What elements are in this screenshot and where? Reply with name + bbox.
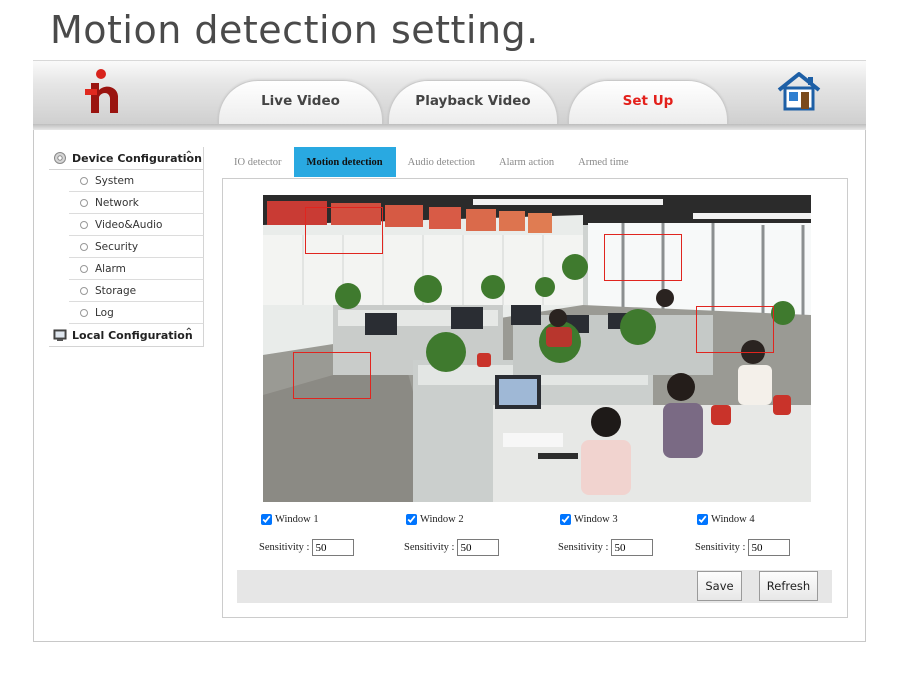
subtab-armed-time[interactable]: Armed time xyxy=(566,147,640,177)
sidebar-group-local-configuration[interactable]: Local Configuration ⌃ xyxy=(49,324,204,347)
window-3-sensitivity-input[interactable] xyxy=(611,539,654,556)
sidebar-group-device-configuration[interactable]: Device Configuration ⌃ xyxy=(49,147,204,170)
sidebar-item-security[interactable]: Security xyxy=(69,236,204,258)
bullet-icon xyxy=(80,308,88,317)
sensitivity-label: Sensitivity : xyxy=(558,542,609,553)
subtab-io-detector[interactable]: IO detector xyxy=(222,147,294,177)
bullet-icon xyxy=(80,264,88,273)
sidebar-item-alarm[interactable]: Alarm xyxy=(69,258,204,280)
sidebar-item-label: Security xyxy=(95,240,139,253)
window-4-option: Window 4 xyxy=(697,514,755,525)
detection-window-2[interactable] xyxy=(604,234,682,281)
sensitivity-label: Sensitivity : xyxy=(259,542,310,553)
page-title: Motion detection setting. xyxy=(50,8,539,52)
save-button[interactable]: Save xyxy=(697,571,742,601)
window-1-sensitivity: Sensitivity : xyxy=(259,539,355,556)
window-1-label: Window 1 xyxy=(275,514,319,525)
sidebar-item-label: System xyxy=(95,174,135,187)
window-1-option: Window 1 xyxy=(261,514,319,525)
tab-live-video[interactable]: Live Video xyxy=(218,80,383,125)
sidebar-group-label: Device Configuration xyxy=(72,151,202,165)
sidebar-item-label: Alarm xyxy=(95,262,126,275)
window-3-option: Window 3 xyxy=(560,514,618,525)
sidebar-group-label: Local Configuration xyxy=(72,328,193,342)
sidebar-item-label: Log xyxy=(95,306,114,319)
window-3-sensitivity: Sensitivity : xyxy=(558,539,654,556)
window-3-checkbox[interactable] xyxy=(560,514,571,525)
sidebar-item-log[interactable]: Log xyxy=(69,302,204,324)
sidebar-item-system[interactable]: System xyxy=(69,170,204,192)
chevron-up-icon[interactable]: ⌃ xyxy=(185,327,193,338)
window-2-sensitivity-input[interactable] xyxy=(457,539,500,556)
subtab-motion-detection[interactable]: Motion detection xyxy=(293,147,396,177)
tab-playback-video[interactable]: Playback Video xyxy=(388,80,558,125)
window-4-checkbox[interactable] xyxy=(697,514,708,525)
sidebar-item-network[interactable]: Network xyxy=(69,192,204,214)
sidebar: Device Configuration ⌃ System Network Vi… xyxy=(49,147,204,347)
window-4-label: Window 4 xyxy=(711,514,755,525)
window-2-checkbox[interactable] xyxy=(406,514,417,525)
sidebar-item-label: Storage xyxy=(95,284,137,297)
monitor-icon xyxy=(53,329,67,341)
chevron-up-icon[interactable]: ⌃ xyxy=(185,150,193,161)
window-2-checkbox-label[interactable]: Window 2 xyxy=(406,514,464,525)
bullet-icon xyxy=(80,176,88,185)
window-1-sensitivity-input[interactable] xyxy=(312,539,355,556)
tab-set-up[interactable]: Set Up xyxy=(568,80,728,125)
window-3-label: Window 3 xyxy=(574,514,618,525)
detection-window-1[interactable] xyxy=(305,207,383,254)
window-4-sensitivity: Sensitivity : xyxy=(695,539,791,556)
subtab-alarm-action[interactable]: Alarm action xyxy=(487,147,566,177)
window-2-sensitivity: Sensitivity : xyxy=(404,539,500,556)
window-2-label: Window 2 xyxy=(420,514,464,525)
sidebar-item-label: Video&Audio xyxy=(95,218,163,231)
action-bar xyxy=(237,570,832,603)
window-1-checkbox[interactable] xyxy=(261,514,272,525)
camera-video-preview[interactable] xyxy=(263,195,811,502)
bullet-icon xyxy=(80,286,88,295)
window-4-sensitivity-input[interactable] xyxy=(748,539,791,556)
bullet-icon xyxy=(80,198,88,207)
gear-icon xyxy=(54,152,66,164)
sidebar-item-storage[interactable]: Storage xyxy=(69,280,204,302)
window-1-checkbox-label[interactable]: Window 1 xyxy=(261,514,319,525)
bullet-icon xyxy=(80,220,88,229)
window-4-checkbox-label[interactable]: Window 4 xyxy=(697,514,755,525)
top-navigation-bar: Live Video Playback Video Set Up xyxy=(33,60,866,125)
refresh-button[interactable]: Refresh xyxy=(759,571,818,601)
bullet-icon xyxy=(80,242,88,251)
home-icon[interactable] xyxy=(777,71,821,111)
sensitivity-label: Sensitivity : xyxy=(695,542,746,553)
detection-window-4[interactable] xyxy=(696,306,774,353)
sidebar-item-video-audio[interactable]: Video&Audio xyxy=(69,214,204,236)
window-3-checkbox-label[interactable]: Window 3 xyxy=(560,514,618,525)
subtab-bar: IO detector Motion detection Audio detec… xyxy=(222,147,641,177)
window-2-option: Window 2 xyxy=(406,514,464,525)
subtab-audio-detection[interactable]: Audio detection xyxy=(396,147,487,177)
sensitivity-label: Sensitivity : xyxy=(404,542,455,553)
detection-window-3[interactable] xyxy=(293,352,371,399)
brand-logo-icon xyxy=(85,69,118,113)
sidebar-item-label: Network xyxy=(95,196,139,209)
